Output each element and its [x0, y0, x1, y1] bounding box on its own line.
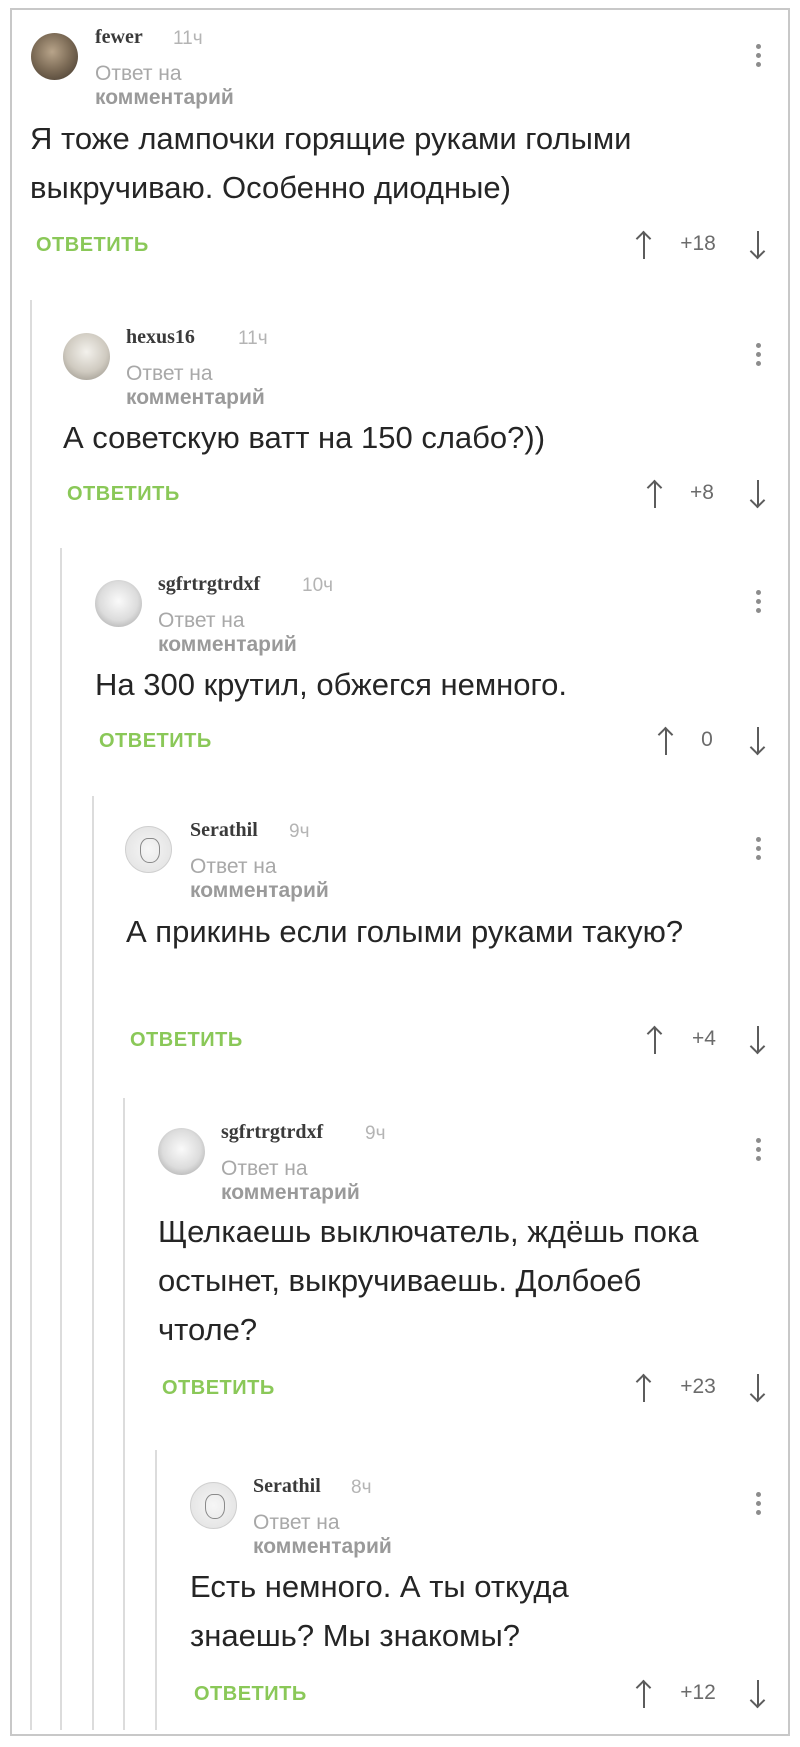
reply-button[interactable]: ОТВЕТИТЬ	[67, 483, 180, 506]
upvote-icon[interactable]	[635, 1679, 652, 1709]
upvote-icon[interactable]	[657, 726, 674, 756]
comment-author[interactable]: fewer	[95, 26, 143, 49]
comment-time: 11ч	[238, 328, 268, 349]
reply-to-link[interactable]: Ответ на комментарий	[221, 1157, 360, 1205]
user-avatar[interactable]	[158, 1128, 205, 1175]
more-options-icon[interactable]	[754, 44, 762, 71]
reply-to-link[interactable]: Ответ на комментарий	[126, 362, 265, 410]
reply-to-link[interactable]: Ответ на комментарий	[158, 609, 297, 657]
reply-to-prefix: Ответ на	[158, 609, 245, 632]
vote-controls: +12	[635, 1679, 770, 1709]
reply-button[interactable]: ОТВЕТИТЬ	[194, 1683, 307, 1706]
downvote-icon[interactable]	[749, 1373, 766, 1403]
upvote-icon[interactable]	[646, 1025, 663, 1055]
vote-controls: +4	[646, 1025, 770, 1055]
reply-to-link[interactable]: Ответ на комментарий	[95, 62, 234, 110]
more-options-icon[interactable]	[754, 590, 762, 617]
reply-to-prefix: Ответ на	[190, 855, 277, 878]
comment-text: Щелкаешь выключатель, ждёшь пока остынет…	[158, 1214, 699, 1347]
comment-time: 9ч	[365, 1123, 386, 1144]
comment-text: А прикинь если голыми руками такую?	[126, 914, 684, 949]
comment-text: Есть немного. А ты откуда знаешь? Мы зна…	[190, 1569, 569, 1653]
thread-line	[123, 1098, 125, 1730]
downvote-icon[interactable]	[749, 1679, 766, 1709]
comment-author[interactable]: Serathil	[253, 1475, 321, 1498]
vote-score: 0	[701, 728, 713, 751]
vote-score: +12	[680, 1681, 716, 1704]
more-options-icon[interactable]	[754, 343, 762, 370]
vote-controls: +8	[646, 479, 770, 509]
thread-line	[155, 1450, 157, 1730]
comment-thread	[10, 8, 790, 1736]
reply-to-target: комментарий	[158, 633, 297, 656]
reply-to-target: комментарий	[190, 879, 329, 902]
reply-to-prefix: Ответ на	[221, 1157, 308, 1180]
reply-to-prefix: Ответ на	[253, 1511, 340, 1534]
reply-to-link[interactable]: Ответ на комментарий	[253, 1511, 392, 1559]
more-options-icon[interactable]	[754, 837, 762, 864]
vote-score: +4	[692, 1027, 716, 1050]
comment-time: 9ч	[289, 821, 310, 842]
vote-controls: 0	[657, 726, 770, 756]
user-avatar[interactable]	[125, 826, 172, 873]
downvote-icon[interactable]	[749, 726, 766, 756]
comment-author[interactable]: Serathil	[190, 819, 258, 842]
comment-text: А советскую ватт на 150 слабо?))	[63, 420, 546, 455]
reply-button[interactable]: ОТВЕТИТЬ	[36, 234, 149, 257]
more-options-icon[interactable]	[754, 1138, 762, 1165]
comment-author[interactable]: sgfrtrgtrdxf	[221, 1121, 323, 1144]
reply-to-target: комментарий	[95, 86, 234, 109]
upvote-icon[interactable]	[646, 479, 663, 509]
comment-author[interactable]: sgfrtrgtrdxf	[158, 573, 260, 596]
reply-button[interactable]: ОТВЕТИТЬ	[99, 730, 212, 753]
user-avatar[interactable]	[95, 580, 142, 627]
downvote-icon[interactable]	[749, 1025, 766, 1055]
comment-text: Я тоже лампочки горящие руками голыми вы…	[30, 121, 632, 205]
more-options-icon[interactable]	[754, 1492, 762, 1519]
thread-line	[30, 300, 32, 1730]
vote-controls: +23	[635, 1373, 770, 1403]
vote-controls: +18	[635, 230, 770, 260]
reply-to-target: комментарий	[221, 1181, 360, 1204]
reply-to-prefix: Ответ на	[95, 62, 182, 85]
comment-time: 10ч	[302, 575, 334, 596]
reply-to-link[interactable]: Ответ на комментарий	[190, 855, 329, 903]
thread-line	[92, 796, 94, 1730]
comment-author[interactable]: hexus16	[126, 326, 195, 349]
user-avatar[interactable]	[190, 1482, 237, 1529]
vote-score: +18	[680, 232, 716, 255]
user-avatar[interactable]	[31, 33, 78, 80]
vote-score: +8	[690, 481, 714, 504]
downvote-icon[interactable]	[749, 230, 766, 260]
vote-score: +23	[680, 1375, 716, 1398]
reply-button[interactable]: ОТВЕТИТЬ	[162, 1377, 275, 1400]
reply-button[interactable]: ОТВЕТИТЬ	[130, 1029, 243, 1052]
reply-to-target: комментарий	[126, 386, 265, 409]
upvote-icon[interactable]	[635, 230, 652, 260]
upvote-icon[interactable]	[635, 1373, 652, 1403]
comment-text: На 300 крутил, обжегся немного.	[95, 667, 568, 702]
user-avatar[interactable]	[63, 333, 110, 380]
reply-to-target: комментарий	[253, 1535, 392, 1558]
comment-time: 11ч	[173, 28, 203, 49]
thread-line	[60, 548, 62, 1730]
reply-to-prefix: Ответ на	[126, 362, 213, 385]
downvote-icon[interactable]	[749, 479, 766, 509]
comment-time: 8ч	[351, 1477, 372, 1498]
